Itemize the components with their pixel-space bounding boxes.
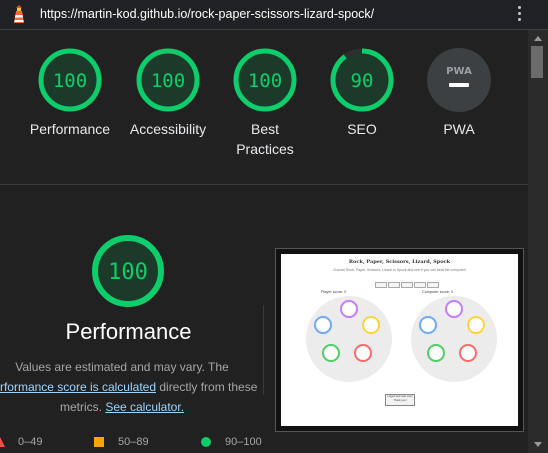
gauge-label: Accessibility	[129, 121, 207, 137]
url-bar: https://martin-kod.github.io/rock-paper-…	[0, 0, 548, 30]
legend-range: 0–49	[18, 436, 43, 448]
gauge-label: PWA	[443, 121, 475, 137]
gauge-score: 100	[151, 70, 185, 92]
gauge-ring: 100	[136, 48, 200, 112]
thumb-title: Rock, Paper, Scissors, Lizard, Spock	[348, 259, 451, 265]
url-text[interactable]: https://martin-kod.github.io/rock-paper-…	[40, 7, 374, 21]
score-legend: 0–49 50–89 90–100	[0, 436, 280, 452]
triangle-icon	[0, 437, 5, 447]
section-divider	[0, 184, 528, 185]
kebab-menu-icon[interactable]	[514, 6, 524, 24]
thumb-computer-wheel	[411, 296, 497, 382]
thumb-player-wheel	[306, 296, 392, 382]
pwa-icon: PWA	[427, 48, 491, 112]
scroll-down-arrow-icon[interactable]	[534, 442, 542, 447]
hand-icon	[362, 316, 380, 334]
hand-icon	[340, 300, 358, 318]
pwa-badge-text: PWA	[446, 66, 472, 77]
gauge-ring: 90	[330, 48, 394, 112]
thumb-player-score: Player score: 0	[321, 290, 347, 294]
scrollbar-thumb[interactable]	[531, 46, 543, 78]
performance-gauge-large: 100	[90, 233, 166, 314]
hand-icon	[322, 344, 340, 362]
report-content: 100 Performance 100 Accessibility 100 Be…	[0, 30, 528, 453]
gauge-ring: 100	[233, 48, 297, 112]
desc-text: Values are estimated and may vary. The	[15, 360, 229, 374]
gauge-label: Best Practices	[236, 121, 294, 157]
hand-icon	[427, 344, 445, 362]
thumb-reset-button: Logout and start over! Thank you!	[385, 394, 415, 406]
gauge-label: Performance	[29, 121, 111, 137]
square-icon	[94, 437, 104, 447]
hand-icon	[459, 344, 477, 362]
hand-icon	[467, 316, 485, 334]
gauge-seo[interactable]: 90 SEO	[312, 47, 412, 139]
vertical-divider	[263, 305, 264, 395]
category-title: Performance	[65, 319, 192, 344]
final-screenshot[interactable]: Rock, Paper, Scissors, Lizard, Spock Cho…	[275, 248, 524, 432]
thumb-computer-score: Computer score: 0	[422, 290, 454, 294]
performance-description: Values are estimated and may vary. The p…	[0, 357, 264, 417]
gauge-pwa[interactable]: PWA PWA	[409, 47, 509, 139]
screenshot-page: Rock, Paper, Scissors, Lizard, Spock Cho…	[281, 254, 518, 426]
score-calculated-link[interactable]: performance score is calculated	[0, 380, 156, 394]
gauge-best-practices[interactable]: 100 Best Practices	[215, 47, 315, 159]
gauge-score: 100	[248, 70, 282, 92]
lighthouse-icon	[14, 5, 24, 23]
gauge-score: 100	[108, 260, 148, 285]
hand-icon	[314, 316, 332, 334]
score-gauges: 100 Performance 100 Accessibility 100 Be…	[0, 30, 528, 185]
hand-icon	[419, 316, 437, 334]
gauge-score: 90	[351, 70, 374, 92]
hand-icon	[445, 300, 463, 318]
gauge-ring: 100	[92, 235, 164, 307]
gauge-performance[interactable]: 100 Performance	[20, 47, 120, 139]
gauge-ring: 100	[38, 48, 102, 112]
gauge-score: 100	[53, 70, 87, 92]
gauge-accessibility[interactable]: 100 Accessibility	[118, 47, 218, 139]
see-calculator-link[interactable]: See calculator.	[105, 400, 184, 414]
vertical-scrollbar[interactable]	[528, 30, 548, 453]
gauge-label: SEO	[347, 121, 377, 137]
legend-range: 90–100	[225, 436, 262, 448]
thumb-subtitle: Choose Rock, Paper, Scissors, Lizard or …	[332, 268, 467, 272]
circle-icon	[201, 437, 211, 447]
scroll-up-arrow-icon[interactable]	[534, 36, 542, 41]
hand-icon	[354, 344, 372, 362]
legend-range: 50–89	[118, 436, 149, 448]
